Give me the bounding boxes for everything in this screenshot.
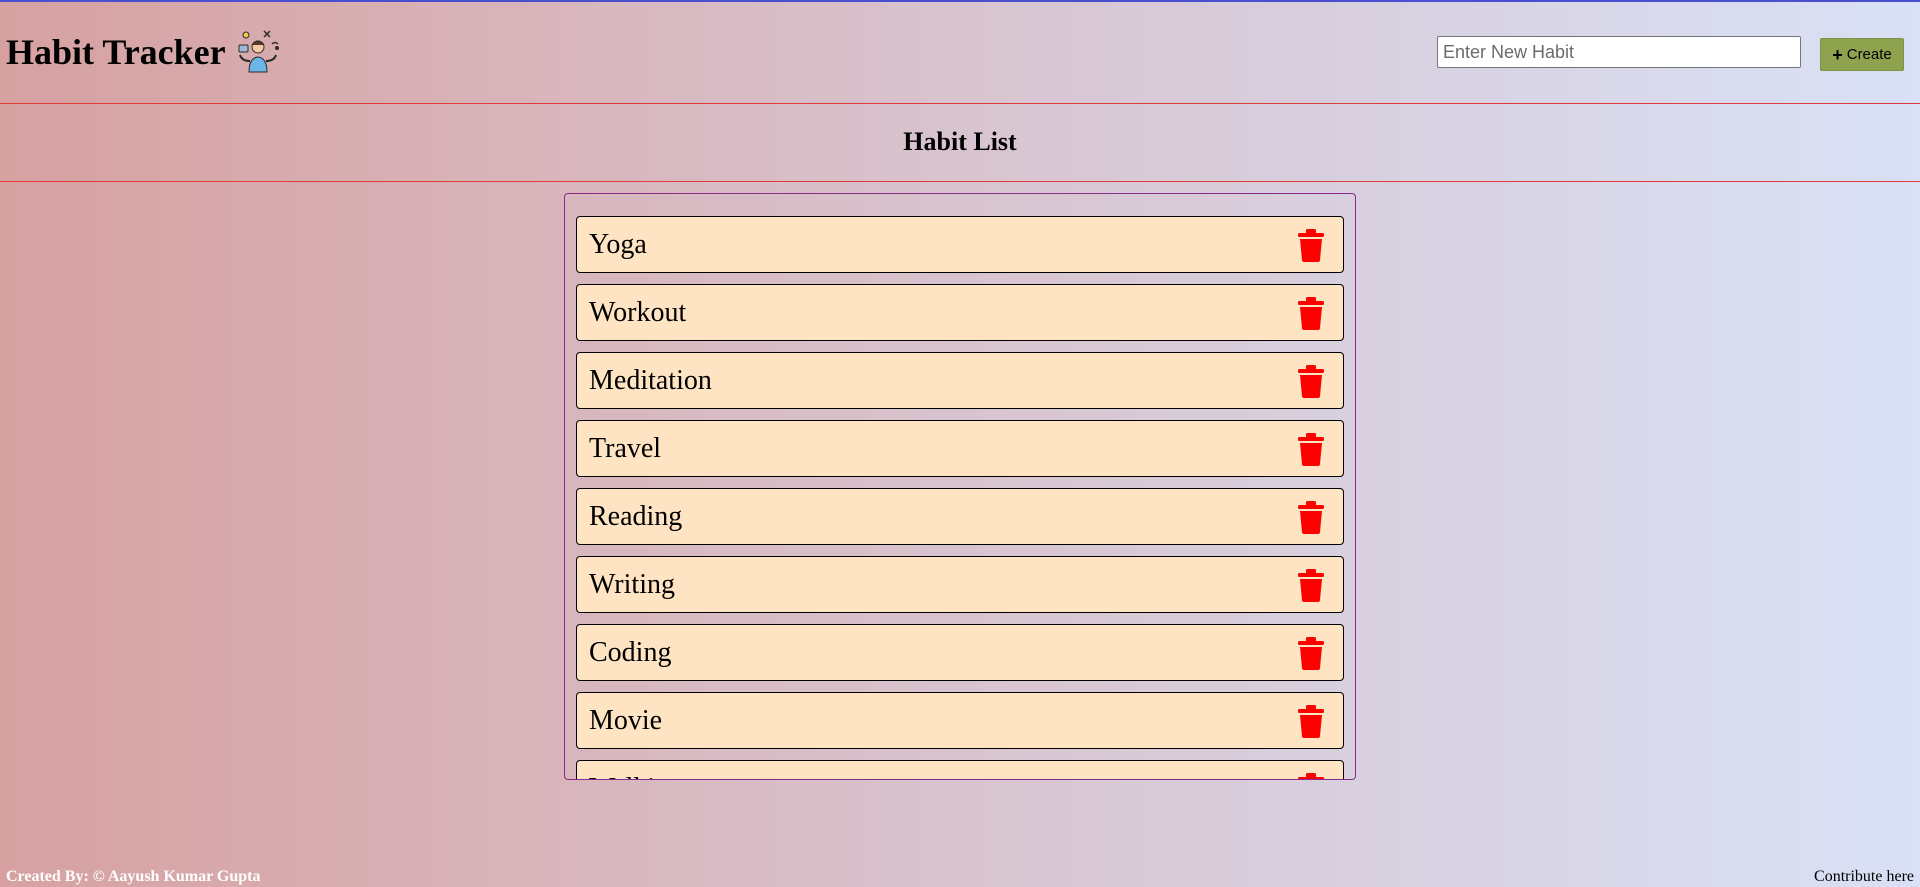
trash-icon[interactable] <box>1297 296 1325 330</box>
trash-icon[interactable] <box>1297 568 1325 602</box>
habit-item[interactable]: Movie <box>576 692 1344 749</box>
footer-credit: Created By: © Aayush Kumar Gupta <box>6 868 261 885</box>
create-button[interactable]: + Create <box>1820 38 1904 71</box>
habit-list-container[interactable]: Yoga Workout Meditation Travel Reading Writin… <box>564 193 1356 780</box>
trash-icon[interactable] <box>1297 228 1325 262</box>
habit-item[interactable]: Coding <box>576 624 1344 681</box>
app-header: Habit Tracker + Create <box>0 2 1920 104</box>
habit-list: Yoga Workout Meditation Travel Reading Writin… <box>565 194 1355 779</box>
create-label: Create <box>1846 46 1892 63</box>
person-juggling-icon <box>238 30 279 73</box>
habit-name: Yoga <box>589 229 647 260</box>
habit-item[interactable]: Meditation <box>576 352 1344 409</box>
habit-name: Walking <box>589 772 683 779</box>
habit-name: Travel <box>589 433 662 464</box>
habit-item[interactable]: Yoga <box>576 216 1344 273</box>
habit-list-header: Habit List <box>0 103 1920 182</box>
trash-icon[interactable] <box>1297 772 1325 779</box>
habit-list-title: Habit List <box>903 127 1017 156</box>
habit-item[interactable]: Workout <box>576 284 1344 341</box>
habit-name: Reading <box>589 501 683 532</box>
habit-item[interactable]: Reading <box>576 488 1344 545</box>
contribute-link[interactable]: Contribute here <box>1814 867 1914 887</box>
new-habit-input[interactable] <box>1437 36 1801 68</box>
trash-icon[interactable] <box>1297 432 1325 466</box>
habit-item[interactable]: Walking <box>576 760 1344 779</box>
trash-icon[interactable] <box>1297 636 1325 670</box>
trash-icon[interactable] <box>1297 704 1325 738</box>
trash-icon[interactable] <box>1297 364 1325 398</box>
habit-item[interactable]: Travel <box>576 420 1344 477</box>
plus-icon: + <box>1832 44 1843 65</box>
trash-icon[interactable] <box>1297 500 1325 534</box>
habit-item[interactable]: Writing <box>576 556 1344 613</box>
habit-name: Workout <box>589 297 687 328</box>
habit-name: Writing <box>589 569 675 600</box>
habit-name: Meditation <box>589 365 712 396</box>
app-title: Habit Tracker <box>6 32 226 72</box>
habit-name: Movie <box>589 705 663 736</box>
habit-name: Coding <box>589 637 672 668</box>
